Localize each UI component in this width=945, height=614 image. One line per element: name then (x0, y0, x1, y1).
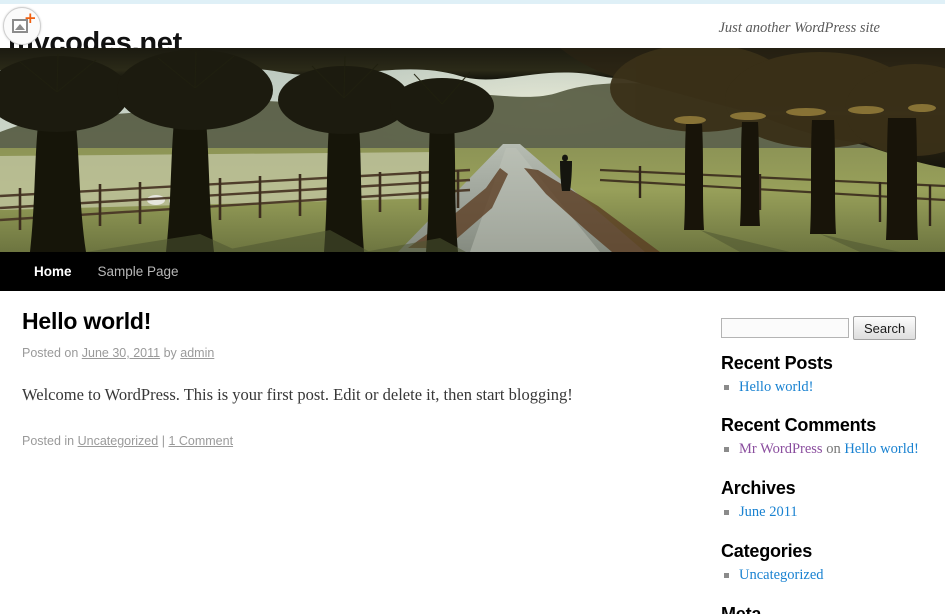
sidebar: Search Recent Posts Hello world! Recent … (721, 312, 927, 614)
comment-target-link[interactable]: Hello world! (844, 441, 919, 457)
nav-item-home[interactable]: Home (21, 252, 85, 291)
post-title-text: Hello world! (22, 308, 152, 334)
search-input[interactable] (721, 318, 849, 338)
post-footer-posted-in: Posted in (22, 434, 75, 448)
archive-month-link[interactable]: June 2011 (739, 504, 798, 520)
recent-post-link[interactable]: Hello world! (739, 379, 814, 395)
recent-comments-list: Mr WordPress on Hello world! (721, 439, 927, 459)
list-item: June 2011 (721, 502, 927, 522)
widget-meta: Meta Log in (721, 603, 927, 614)
archives-list: June 2011 (721, 502, 927, 522)
post-meta-posted-on: Posted on (22, 346, 79, 360)
widget-title-meta: Meta (721, 604, 762, 614)
widget-recent-comments: Recent Comments Mr WordPress on Hello wo… (721, 414, 927, 459)
list-item: Hello world! (721, 377, 927, 397)
nav-link-sample-page[interactable]: Sample Page (85, 252, 192, 291)
widget-title-archives: Archives (721, 478, 796, 498)
site-description: Just another WordPress site (718, 20, 880, 36)
post-category-link[interactable]: Uncategorized (78, 434, 159, 448)
search-button[interactable]: Search (853, 316, 917, 340)
comment-connector: on (826, 441, 841, 457)
category-link[interactable]: Uncategorized (739, 567, 824, 583)
post-date-link[interactable]: June 30, 2011 (82, 346, 160, 360)
recent-posts-list: Hello world! (721, 377, 927, 397)
widget-recent-posts: Recent Posts Hello world! (721, 352, 927, 397)
categories-list: Uncategorized (721, 565, 927, 585)
post-author-link[interactable]: admin (180, 346, 214, 360)
post-footer-separator: | (161, 434, 165, 448)
primary-navigation: Home Sample Page (0, 252, 945, 291)
plus-icon: + (24, 9, 37, 27)
nav-list: Home Sample Page (21, 252, 192, 291)
list-item: Mr WordPress on Hello world! (721, 439, 927, 459)
header-banner-image[interactable] (0, 48, 945, 252)
list-item: Uncategorized (721, 565, 927, 585)
post-body: Welcome to WordPress. This is your first… (22, 385, 573, 404)
page-root: + mycodes.net Just another WordPress sit… (0, 0, 945, 614)
add-image-icon[interactable]: + (3, 7, 41, 45)
search-form: Search (721, 312, 927, 340)
post-meta-by: by (163, 346, 177, 360)
comment-author-link[interactable]: Mr WordPress (739, 441, 823, 457)
post-footer: Posted in Uncategorized | 1 Comment (22, 433, 662, 450)
banner-illustration (0, 48, 945, 252)
post-title[interactable]: Hello world! (22, 306, 662, 336)
widget-archives: Archives June 2011 (721, 477, 927, 522)
widget-title-recent-posts: Recent Posts (721, 353, 833, 373)
post-meta: Posted on June 30, 2011 by admin (22, 345, 662, 362)
widget-title-categories: Categories (721, 541, 813, 561)
widget-categories: Categories Uncategorized (721, 540, 927, 585)
site-branding: + mycodes.net Just another WordPress sit… (0, 4, 945, 59)
nav-item-sample-page[interactable]: Sample Page (85, 252, 192, 291)
widget-title-recent-comments: Recent Comments (721, 415, 877, 435)
main-content: Hello world! Posted on June 30, 2011 by … (22, 306, 662, 450)
post-comments-link[interactable]: 1 Comment (168, 434, 233, 448)
nav-link-home[interactable]: Home (21, 252, 85, 291)
